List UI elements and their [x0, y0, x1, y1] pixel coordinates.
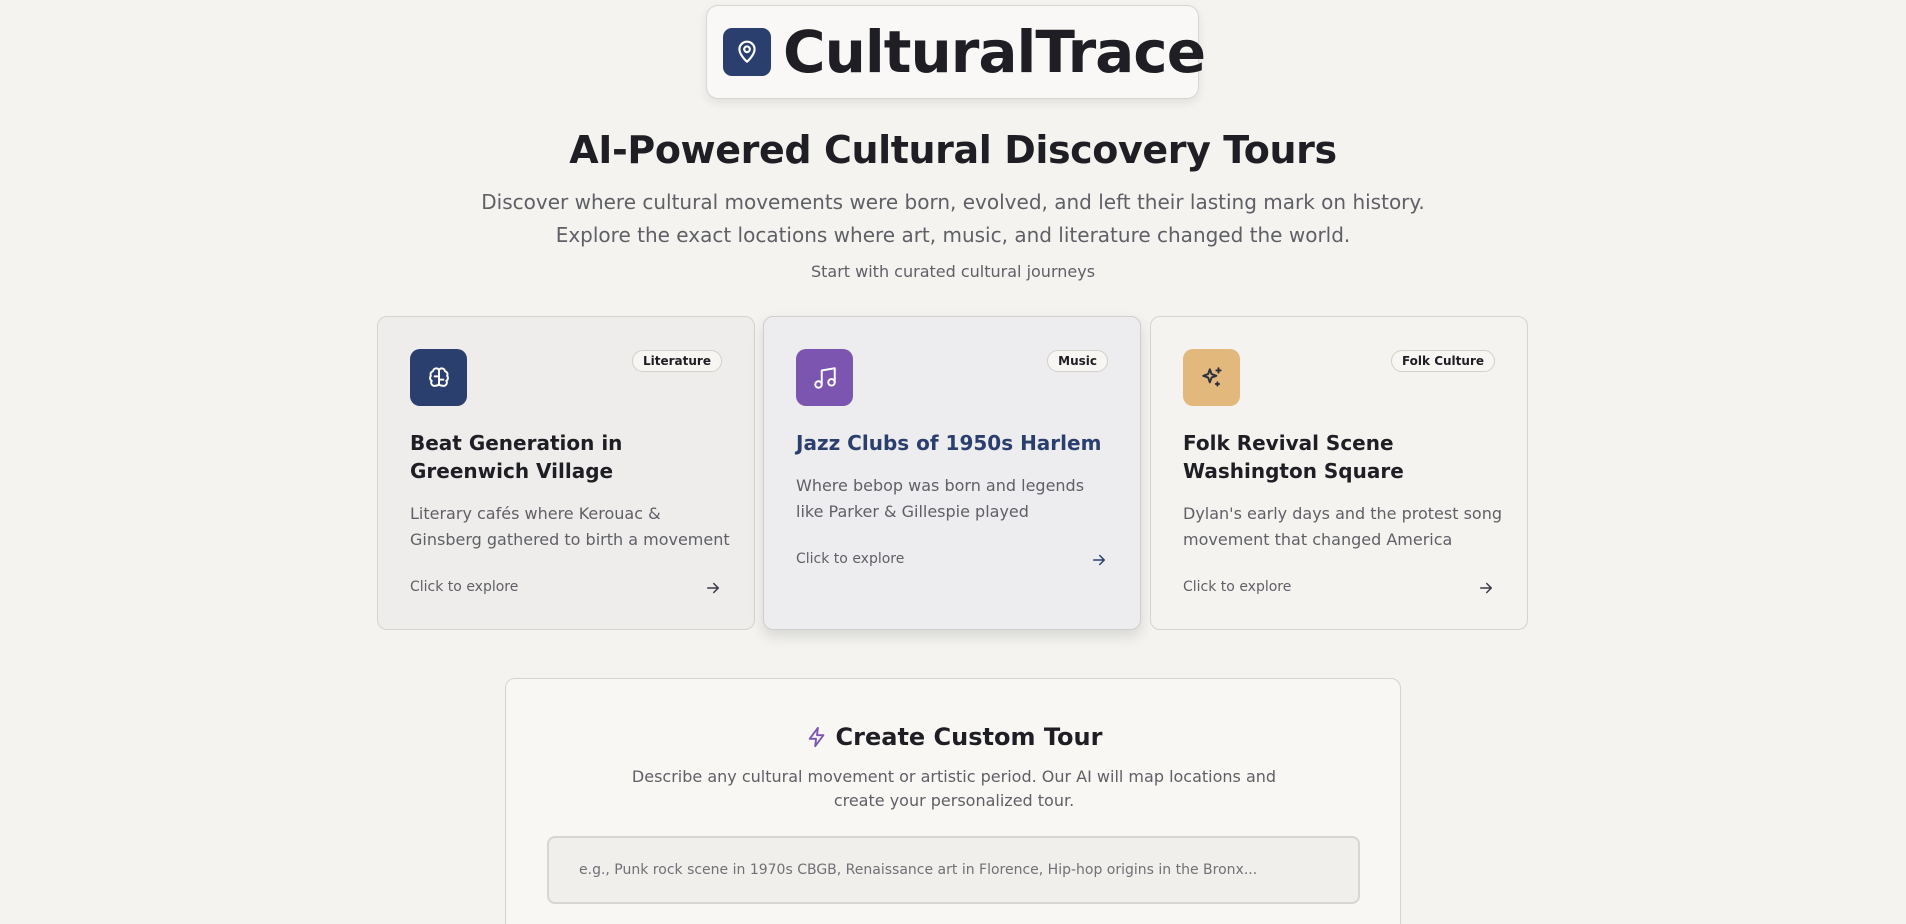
curated-journeys-label: Start with curated cultural journeys	[810, 262, 1096, 281]
page: CulturalTrace AI-Powered Cultural Discov…	[0, 0, 1906, 924]
music-note-icon	[796, 349, 853, 406]
card-description: Where bebop was born and legends like Pa…	[796, 476, 1085, 521]
map-pin-icon	[723, 28, 771, 76]
app-name: CulturalTrace	[783, 18, 1206, 86]
card-title: Jazz Clubs of 1950s Harlem	[796, 431, 1102, 455]
sparkles-icon	[1183, 349, 1240, 406]
tour-card-folk-revival[interactable]: Folk Culture Folk Revival Scene Washingt…	[1150, 316, 1528, 630]
category-badge: Music	[1047, 350, 1108, 372]
category-badge: Literature	[632, 350, 722, 372]
arrow-right-icon	[707, 582, 719, 594]
card-title: Beat Generation in Greenwich Village	[410, 431, 623, 483]
custom-tour-input[interactable]	[547, 836, 1360, 904]
tour-card-beat-generation[interactable]: Literature Beat Generation in Greenwich …	[377, 316, 755, 630]
logo[interactable]: CulturalTrace	[706, 5, 1206, 99]
custom-tour-description: Describe any cultural movement or artist…	[631, 767, 1277, 810]
click-to-explore-label: Click to explore	[1183, 579, 1292, 595]
card-description: Dylan's early days and the protest song …	[1183, 504, 1503, 549]
custom-tour-panel: Create Custom Tour Describe any cultural…	[505, 678, 1401, 924]
arrow-right-icon	[1480, 582, 1492, 594]
brain-icon	[410, 349, 467, 406]
custom-tour-title: Create Custom Tour	[835, 723, 1103, 751]
click-to-explore-label: Click to explore	[410, 579, 519, 595]
click-to-explore-label: Click to explore	[796, 551, 905, 567]
card-description: Literary cafés where Kerouac & Ginsberg …	[410, 504, 730, 549]
page-headline: AI-Powered Cultural Discovery Tours	[569, 128, 1337, 172]
hero-subtitle-line-2: Explore the exact locations where art, m…	[555, 223, 1351, 247]
category-badge: Folk Culture	[1390, 350, 1495, 372]
hero-subtitle-line-1: Discover where cultural movements were b…	[481, 190, 1425, 214]
custom-tour-header: Create Custom Tour	[506, 723, 1402, 751]
tour-card-jazz-harlem[interactable]: Music Jazz Clubs of 1950s Harlem Where b…	[763, 316, 1141, 630]
lightning-icon	[808, 726, 824, 748]
arrow-right-icon	[1093, 554, 1105, 566]
card-title: Folk Revival Scene Washington Square	[1183, 431, 1404, 483]
